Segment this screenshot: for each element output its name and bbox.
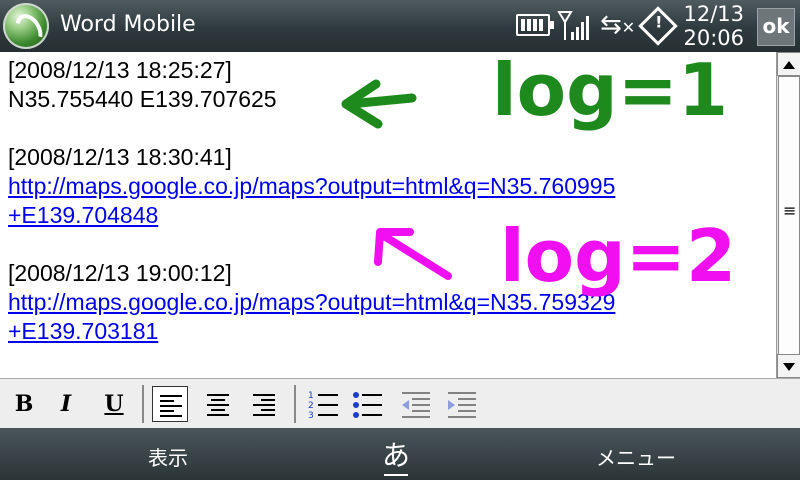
diamond-icon[interactable]: !	[638, 6, 678, 46]
scroll-thumb[interactable]	[778, 76, 800, 356]
align-center-icon	[207, 394, 229, 419]
increase-indent-icon[interactable]	[444, 386, 480, 422]
align-left-button[interactable]	[152, 386, 188, 422]
softkey-menu[interactable]: メニュー	[596, 442, 676, 471]
annotation-log-2: log=2	[500, 214, 737, 298]
toolbar-divider	[142, 385, 144, 423]
clock[interactable]: 12/13 20:06	[680, 2, 744, 50]
bold-button[interactable]: B	[6, 386, 42, 422]
sync-icon[interactable]: ⇆✕	[600, 10, 635, 40]
clock-date: 12/13	[683, 2, 744, 26]
map-link[interactable]: http://maps.google.co.jp/maps?output=htm…	[8, 173, 615, 199]
format-toolbar: B I U 1 2 3	[0, 378, 800, 429]
annotation-log-1: log=1	[492, 48, 729, 132]
ok-button[interactable]: ok	[757, 8, 795, 46]
app-title: Word Mobile	[60, 12, 196, 37]
align-center-button[interactable]	[200, 386, 236, 422]
align-right-button[interactable]	[246, 386, 282, 422]
svg-text:2: 2	[308, 401, 314, 411]
start-logo-icon[interactable]	[3, 3, 49, 49]
signal-icon[interactable]	[557, 10, 593, 42]
numbered-list-icon[interactable]: 1 2 3	[306, 386, 342, 422]
entry-timestamp: [2008/12/13 18:30:41]	[8, 144, 232, 170]
map-link-continued[interactable]: +E139.704848	[8, 202, 158, 228]
bullet-list-icon[interactable]	[350, 386, 386, 422]
scroll-up-button[interactable]	[777, 52, 800, 76]
battery-icon[interactable]	[516, 14, 554, 36]
title-bar: Word Mobile ⇆✕ ! 12/13 20:06 ok	[0, 0, 800, 52]
input-method-button[interactable]: あ	[382, 434, 410, 476]
svg-text:3: 3	[308, 411, 314, 421]
align-left-icon	[160, 395, 182, 420]
map-link-continued[interactable]: +E139.703181	[8, 318, 158, 344]
softkey-view[interactable]: 表示	[148, 442, 188, 471]
toolbar-divider	[294, 385, 296, 423]
underline-button[interactable]: U	[96, 386, 132, 422]
italic-button[interactable]: I	[48, 386, 84, 422]
align-right-icon	[253, 394, 275, 419]
vertical-scrollbar[interactable]	[776, 52, 800, 378]
scroll-down-button[interactable]	[777, 354, 800, 378]
svg-text:1: 1	[308, 391, 314, 401]
clock-time: 20:06	[683, 26, 744, 50]
softkey-bar: 表示 あ メニュー	[0, 428, 800, 480]
decrease-indent-icon[interactable]	[398, 386, 434, 422]
